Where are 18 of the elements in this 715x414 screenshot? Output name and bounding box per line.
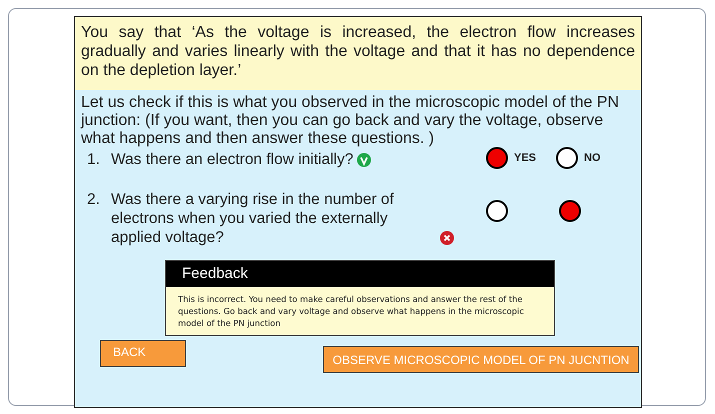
- question-number: 1.: [86, 150, 101, 169]
- radio-button[interactable]: [559, 200, 581, 222]
- cross-icon: [440, 231, 454, 245]
- question-text: Was there an electron flow initially?: [111, 150, 354, 169]
- question-number: 2.: [86, 190, 101, 209]
- check-icon: [357, 153, 372, 167]
- back-button[interactable]: BACK: [100, 340, 186, 367]
- statement-text: You say that ‘As the voltage is increased, the electron flow increases gradually and varies linearly with the voltage and that it has no dependence on the depletion layer.’: [81, 23, 635, 80]
- radio-button[interactable]: [556, 147, 578, 169]
- question-text: Was there a varying rise in the number of electrons when you varied the externally applied voltage?: [111, 190, 395, 247]
- option-label: YES: [514, 150, 536, 166]
- observe-model-button[interactable]: OBSERVE MICROSCOPIC MODEL OF PN JUCNTION: [323, 346, 639, 373]
- option-label: NO: [584, 150, 600, 166]
- instructions-text: Let us check if this is what you observed in the microscopic model of the PN junction: (If you want, then you can go back and vary the voltage, observe what happens and then answer these questions. ): [80, 94, 620, 148]
- feedback-text: This is incorrect. You need to make careful observations and answer the rest of the questions. Go back and vary voltage and observe what happens in the microscopic model of the PN junction: [177, 293, 525, 330]
- feedback-title: Feedback: [182, 264, 248, 284]
- radio-button[interactable]: [486, 147, 508, 169]
- radio-button[interactable]: [486, 200, 508, 222]
